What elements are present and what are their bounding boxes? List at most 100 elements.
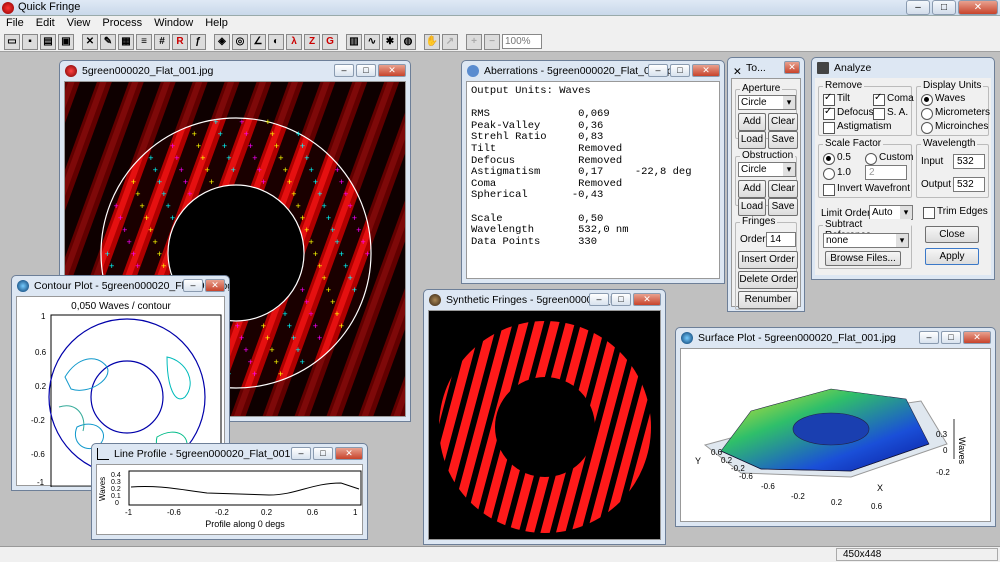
minimize-button[interactable]: – — [906, 0, 930, 15]
obstruction-load-button[interactable]: Load — [738, 198, 766, 216]
maximize-button[interactable]: □ — [932, 0, 956, 15]
zoom-select[interactable]: 100% — [502, 34, 542, 49]
fringe-marker: + — [157, 249, 162, 259]
synthetic-icon[interactable]: ◐ — [268, 33, 284, 50]
minimize-button[interactable]: – — [648, 64, 668, 77]
fringe-marker: + — [126, 237, 131, 247]
invert-wavefront-checkbox[interactable]: Invert Wavefront — [823, 183, 910, 196]
print-icon[interactable]: ▤ — [40, 33, 56, 50]
grid-icon[interactable]: ▦ — [118, 33, 134, 50]
tools-icon[interactable]: ✕ — [82, 33, 98, 50]
minimize-button[interactable]: – — [919, 331, 939, 344]
maximize-button[interactable]: □ — [611, 293, 631, 306]
fringe-icon[interactable]: ≡ — [136, 33, 152, 50]
tilt-checkbox[interactable]: Tilt — [823, 92, 850, 106]
minimize-button[interactable]: – — [334, 64, 354, 77]
minimize-button[interactable]: – — [589, 293, 609, 306]
renumber-icon[interactable]: R — [172, 33, 188, 50]
menu-view[interactable]: View — [61, 16, 97, 32]
save-icon[interactable]: ▪ — [22, 33, 38, 50]
contour-icon[interactable]: ◎ — [232, 33, 248, 50]
tools-window: ✕To... ✕ Aperture Circle Add Clear Load … — [727, 57, 805, 312]
app-titlebar: Quick Fringe – □ ✕ — [0, 0, 1000, 16]
minimize-button[interactable]: – — [291, 447, 311, 460]
delete-order-button[interactable]: Delete Order — [738, 271, 798, 289]
aperture-load-button[interactable]: Load — [738, 131, 766, 149]
obstruction-clear-button[interactable]: Clear — [768, 180, 798, 198]
menu-process[interactable]: Process — [96, 16, 148, 32]
sa-checkbox[interactable]: S. A. — [873, 107, 908, 120]
trim-edges-checkbox[interactable]: Trim Edges — [923, 206, 988, 219]
close-button[interactable]: ✕ — [205, 279, 225, 292]
menu-window[interactable]: Window — [148, 16, 199, 32]
contour-ytick: 0.2 — [35, 382, 47, 391]
fringe-marker: + — [343, 189, 348, 199]
maximize-button[interactable]: □ — [670, 64, 690, 77]
obstruction-save-button[interactable]: Save — [768, 198, 798, 216]
maximize-button[interactable]: □ — [356, 64, 376, 77]
fringe-marker: + — [252, 153, 257, 163]
limit-order-select[interactable]: Auto — [869, 205, 913, 220]
close-button[interactable]: ✕ — [958, 0, 998, 15]
function-icon[interactable]: ƒ — [190, 33, 206, 50]
graph-icon[interactable]: G — [322, 33, 338, 50]
aperture-save-button[interactable]: Save — [768, 131, 798, 149]
fringe-marker: + — [326, 285, 331, 295]
input-wavelength-field[interactable]: 532 — [953, 154, 985, 169]
close-button[interactable]: ✕ — [378, 64, 406, 77]
menu-edit[interactable]: Edit — [30, 16, 61, 32]
micrometers-radio[interactable]: Micrometers — [921, 107, 990, 120]
aperture-add-button[interactable]: Add — [738, 113, 766, 131]
zernike-icon[interactable]: Z — [304, 33, 320, 50]
scale-05-radio[interactable]: 0.5 — [823, 152, 851, 165]
maximize-button[interactable]: □ — [313, 447, 333, 460]
table-icon[interactable]: # — [154, 33, 170, 50]
subtract-reference-select[interactable]: none — [823, 233, 909, 248]
obstruction-select[interactable]: Circle — [738, 162, 796, 177]
aperture-clear-button[interactable]: Clear — [768, 113, 798, 131]
pointer-icon[interactable]: ↗ — [442, 33, 458, 50]
line-profile-plot: Waves 0.4 0.3 0.2 0.1 0 -1 -0.6 -0.2 0.2… — [96, 464, 363, 535]
waves-radio[interactable]: Waves — [921, 93, 965, 106]
close-button[interactable]: ✕ — [633, 293, 661, 306]
open-icon[interactable]: ▭ — [4, 33, 20, 50]
astigmatism-checkbox[interactable]: Astigmatism — [823, 121, 891, 134]
microinches-radio[interactable]: Microinches — [921, 121, 988, 134]
histogram-icon[interactable]: ▥ — [346, 33, 362, 50]
profile-icon[interactable]: ∠ — [250, 33, 266, 50]
close-button[interactable]: ✕ — [963, 331, 991, 344]
close-button[interactable]: ✕ — [692, 64, 720, 77]
output-wavelength-field[interactable]: 532 — [953, 177, 985, 192]
obstruction-add-button[interactable]: Add — [738, 180, 766, 198]
close-button[interactable]: Close — [925, 226, 979, 243]
zoom-in-icon[interactable]: + — [466, 33, 482, 50]
close-button[interactable]: ✕ — [784, 61, 800, 74]
status-bar: 450x448 — [0, 546, 1000, 562]
coma-checkbox[interactable]: Coma — [873, 92, 914, 106]
scale-custom-radio[interactable]: Custom — [865, 152, 913, 165]
scale-10-radio[interactable]: 1.0 — [823, 167, 851, 180]
interferogram-icon[interactable]: ◍ — [400, 33, 416, 50]
close-button[interactable]: ✕ — [335, 447, 363, 460]
edit-icon[interactable]: ✎ — [100, 33, 116, 50]
mtf-icon[interactable]: ∿ — [364, 33, 380, 50]
insert-order-button[interactable]: Insert Order — [738, 251, 798, 269]
apply-button[interactable]: Apply — [925, 248, 979, 265]
lambda-icon[interactable]: λ — [286, 33, 302, 50]
hand-icon[interactable]: ✋ — [424, 33, 440, 50]
menu-help[interactable]: Help — [199, 16, 234, 32]
zoom-out-icon[interactable]: − — [484, 33, 500, 50]
order-stepper[interactable]: 14 — [766, 232, 796, 247]
renumber-button[interactable]: Renumber — [738, 291, 798, 309]
defocus-checkbox[interactable]: Defocus — [823, 106, 874, 120]
star-icon[interactable]: ✱ — [382, 33, 398, 50]
minimize-button[interactable]: – — [183, 279, 203, 292]
browse-files-button[interactable]: Browse Files... — [825, 251, 901, 266]
maximize-button[interactable]: □ — [941, 331, 961, 344]
custom-scale-field[interactable]: 2 — [865, 165, 907, 180]
surface-icon[interactable]: ◈ — [214, 33, 230, 50]
preview-icon[interactable]: ▣ — [58, 33, 74, 50]
aperture-select[interactable]: Circle — [738, 95, 796, 110]
synthetic-fringes-image — [428, 310, 661, 540]
menu-file[interactable]: File — [0, 16, 30, 32]
